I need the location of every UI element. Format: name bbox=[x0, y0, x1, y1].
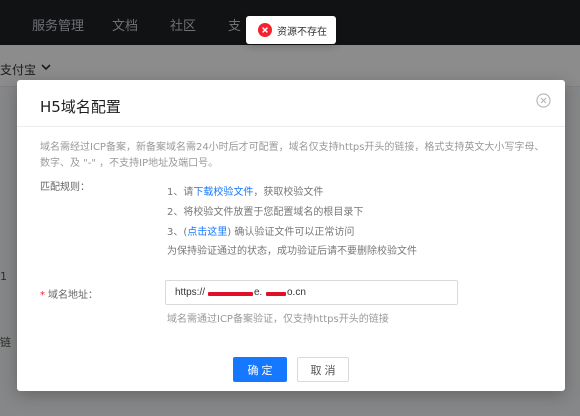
h5-domain-config-dialog: H5域名配置 域名需经过ICP备案，新备案域名需24小时后才可配置，域名仅支持h… bbox=[17, 80, 565, 391]
error-toast: 资源不存在 bbox=[246, 16, 336, 44]
close-circle-icon[interactable] bbox=[536, 93, 551, 108]
rule-step-3: 3、(点击这里) 确认验证文件可以正常访问 bbox=[167, 223, 354, 238]
rule-note: 为保持验证通过的状态，成功验证后请不要删除校验文件 bbox=[167, 246, 417, 257]
required-mark: * bbox=[40, 290, 45, 301]
click-here-link[interactable]: 点击这里 bbox=[187, 227, 227, 238]
domain-value-start: https:// bbox=[175, 287, 206, 298]
domain-help-text: 域名需通过ICP备案验证，仅支持https开头的链接 bbox=[167, 314, 389, 325]
download-verification-file-link[interactable]: 下载校验文件 bbox=[193, 187, 253, 198]
rule-step-1: 1、请下载校验文件，获取校验文件 bbox=[167, 183, 323, 198]
error-circle-icon bbox=[258, 23, 272, 37]
domain-address-input[interactable]: https:// e. o.cn bbox=[165, 280, 458, 305]
confirm-button[interactable]: 确 定 bbox=[233, 357, 287, 382]
redaction-mark bbox=[266, 292, 286, 296]
domain-value-mid: e. bbox=[254, 287, 263, 298]
rule-step-3-suffix: ) 确认验证文件可以正常访问 bbox=[227, 227, 355, 238]
domain-address-label: * 域名地址： bbox=[40, 286, 98, 301]
domain-requirements-text: 域名需经过ICP备案，新备案域名需24小时后才可配置，域名仅支持https开头的… bbox=[40, 142, 545, 169]
domain-address-label-text: 域名地址： bbox=[48, 290, 98, 301]
rule-step-2: 2、将校验文件放置于您配置域名的根目录下 bbox=[167, 207, 364, 218]
toast-message: 资源不存在 bbox=[277, 27, 327, 38]
rule-step-1-suffix: ，获取校验文件 bbox=[253, 187, 324, 198]
cancel-button[interactable]: 取 消 bbox=[297, 357, 349, 382]
dialog-header-divider bbox=[17, 126, 565, 127]
rule-step-3-prefix: 3、( bbox=[167, 227, 188, 238]
domain-value-end: o.cn bbox=[287, 287, 306, 298]
rule-step-1-prefix: 1、请 bbox=[167, 187, 194, 198]
dialog-title: H5域名配置 bbox=[40, 98, 121, 116]
redaction-mark bbox=[208, 292, 253, 296]
match-rules-label: 匹配规则： bbox=[40, 182, 90, 193]
